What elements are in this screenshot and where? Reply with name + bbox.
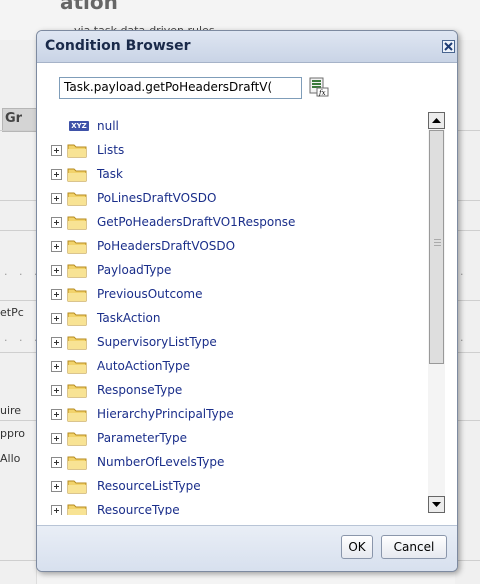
tree-item[interactable]: PoHeadersDraftVOSDO — [49, 235, 429, 259]
tree-item-label: ParameterType — [97, 431, 187, 445]
svg-text:fx: fx — [318, 89, 326, 97]
scroll-up-button[interactable] — [428, 112, 445, 129]
folder-icon — [67, 480, 87, 494]
cancel-button[interactable]: Cancel — [381, 535, 447, 559]
tree-item-label: HierarchyPrincipalType — [97, 407, 234, 421]
folder-icon — [67, 384, 87, 398]
tree-item-label: Task — [97, 167, 123, 181]
folder-icon — [67, 264, 87, 278]
expand-plus-icon[interactable] — [51, 433, 62, 444]
expand-plus-icon[interactable] — [51, 385, 62, 396]
folder-icon — [67, 144, 87, 158]
function-icon: fx — [309, 77, 329, 97]
tree-item[interactable]: ParameterType — [49, 427, 429, 451]
expand-plus-icon[interactable] — [51, 337, 62, 348]
folder-icon — [67, 360, 87, 374]
dialog-title: Condition Browser — [45, 38, 191, 54]
folder-icon — [67, 312, 87, 326]
tree-item[interactable]: XYZ null — [49, 115, 429, 139]
folder-icon — [67, 168, 87, 182]
tree-item[interactable]: SupervisoryListType — [49, 331, 429, 355]
folder-icon — [67, 240, 87, 254]
tree-item-label: ResponseType — [97, 383, 183, 397]
tree-item[interactable]: Task — [49, 163, 429, 187]
tree-item-label: TaskAction — [97, 311, 161, 325]
folder-icon — [67, 408, 87, 422]
expand-plus-icon[interactable] — [51, 481, 62, 492]
tree-item-label: SupervisoryListType — [97, 335, 217, 349]
background-right-panel — [455, 40, 480, 584]
expression-builder-button[interactable]: fx — [309, 77, 329, 97]
folder-icon — [67, 216, 87, 230]
expand-plus-icon[interactable] — [51, 361, 62, 372]
tree-item-label: NumberOfLevelsType — [97, 455, 225, 469]
background-page-title: ation — [60, 0, 118, 14]
tree-item[interactable]: AutoActionType — [49, 355, 429, 379]
tree-item[interactable]: Lists — [49, 139, 429, 163]
dialog-titlebar[interactable]: Condition Browser — [37, 31, 457, 63]
grip-line — [434, 242, 441, 243]
tree-item-label: ResourceListType — [97, 479, 201, 493]
tree-item[interactable]: NumberOfLevelsType — [49, 451, 429, 475]
dialog-footer: OK Cancel — [37, 525, 457, 571]
tree-item-label: GetPoHeadersDraftVO1Response — [97, 215, 296, 229]
arrow-down-icon — [432, 502, 441, 507]
expand-plus-icon[interactable] — [51, 457, 62, 468]
expand-plus-icon[interactable] — [51, 241, 62, 252]
expression-input[interactable]: Task.payload.getPoHeadersDraftV( — [59, 77, 302, 99]
background-tab: Gr — [2, 108, 38, 132]
expand-plus-icon[interactable] — [51, 313, 62, 324]
tree-item[interactable]: ResourceListType — [49, 475, 429, 499]
background-label: ppro — [0, 427, 25, 440]
tree-item-label: ResourceType — [97, 503, 180, 515]
tree-item[interactable]: HierarchyPrincipalType — [49, 403, 429, 427]
tree-item-label: AutoActionType — [97, 359, 191, 373]
background-label: etPc — [0, 306, 24, 319]
background-label: uire — [0, 404, 22, 417]
expand-plus-icon[interactable] — [51, 289, 62, 300]
tree-item-label: PoLinesDraftVOSDO — [97, 191, 217, 205]
tree-item-label: null — [97, 119, 119, 133]
condition-tree: XYZ null Lists Task PoLinesDraftVOSDO GetPoHe… — [49, 111, 449, 515]
background-dots: · — [460, 334, 468, 347]
close-icon — [444, 42, 453, 51]
tree-item[interactable]: PreviousOutcome — [49, 283, 429, 307]
tree-item-label: Lists — [97, 143, 125, 157]
condition-browser-dialog: Condition Browser Task.payload.getPoHead… — [36, 30, 458, 572]
tree-item[interactable]: PoLinesDraftVOSDO — [49, 187, 429, 211]
tree-item[interactable]: TaskAction — [49, 307, 429, 331]
grip-line — [434, 239, 441, 240]
folder-icon — [67, 432, 87, 446]
folder-icon — [67, 288, 87, 302]
folder-icon — [67, 192, 87, 206]
tree-scrollbar[interactable] — [428, 112, 446, 513]
scroll-down-button[interactable] — [428, 496, 445, 513]
folder-icon — [67, 456, 87, 470]
close-button[interactable] — [442, 40, 455, 53]
background-dots: · — [460, 268, 468, 281]
scrollbar-thumb[interactable] — [429, 130, 444, 364]
tree-item-label: PoHeadersDraftVOSDO — [97, 239, 236, 253]
expand-plus-icon[interactable] — [51, 409, 62, 420]
tree-item-label: PayloadType — [97, 263, 172, 277]
expand-plus-icon[interactable] — [51, 505, 62, 515]
ok-button[interactable]: OK — [341, 535, 373, 559]
background-tab-label: Gr — [5, 111, 23, 126]
folder-icon — [67, 336, 87, 350]
tree-item[interactable]: ResourceType — [49, 499, 429, 515]
expand-plus-icon[interactable] — [51, 145, 62, 156]
expand-plus-icon[interactable] — [51, 217, 62, 228]
folder-icon — [67, 504, 87, 515]
grip-line — [434, 245, 441, 246]
arrow-up-icon — [432, 118, 441, 123]
background-label: Allo — [0, 452, 21, 465]
tree-item[interactable]: GetPoHeadersDraftVO1Response — [49, 211, 429, 235]
tree-item[interactable]: ResponseType — [49, 379, 429, 403]
tree-item[interactable]: PayloadType — [49, 259, 429, 283]
expand-plus-icon[interactable] — [51, 169, 62, 180]
value-type-icon: XYZ — [69, 121, 89, 131]
tree-item-label: PreviousOutcome — [97, 287, 203, 301]
expand-plus-icon[interactable] — [51, 193, 62, 204]
expand-plus-icon[interactable] — [51, 265, 62, 276]
